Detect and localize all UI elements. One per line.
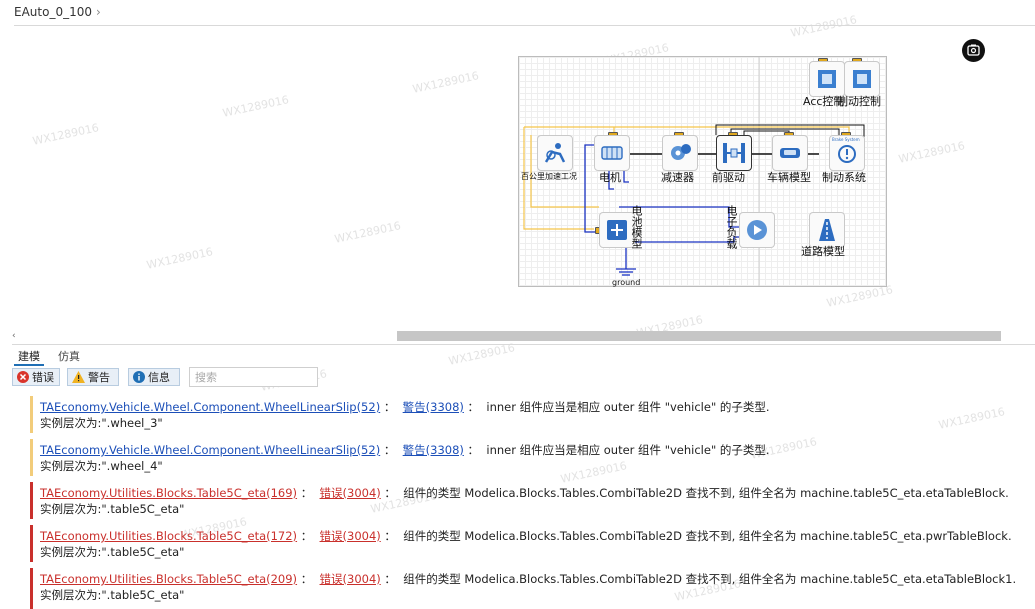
message-code-link[interactable]: 错误(3004) [320,572,381,586]
watermark: WX1289016 [411,69,481,96]
message-item: TAEconomy.Utilities.Blocks.Table5C_eta(2… [30,568,1020,609]
reducer-label: 减速器 [661,171,694,184]
drive-cycle-block[interactable] [537,135,573,171]
brake-control-label: 制动控制 [837,95,881,108]
filter-warning-button[interactable]: 警告 [67,368,119,386]
message-text: inner 组件应当是相应 outer 组件 "vehicle" 的子类型. [486,443,770,457]
message-instance: 实例层次为:".table5C_eta" [40,545,185,559]
road-label: 道路模型 [801,245,845,258]
message-item: TAEconomy.Utilities.Blocks.Table5C_eta(1… [30,482,1020,519]
image-icon [967,44,980,56]
severity-bar [30,396,33,433]
brake-warning-icon [838,145,856,163]
filter-error-button[interactable]: 错误 [12,368,60,386]
message-text: 组件的类型 Modelica.Blocks.Tables.CombiTable2… [403,486,1009,500]
info-icon [133,371,145,383]
message-text: inner 组件应当是相应 outer 组件 "vehicle" 的子类型. [486,400,770,414]
message-text: 组件的类型 Modelica.Blocks.Tables.CombiTable2… [403,572,1017,586]
watermark: WX1289016 [825,283,895,310]
warning-icon [72,371,85,383]
divider [14,25,1035,26]
severity-bar [30,482,33,519]
watermark: WX1289016 [789,13,859,40]
acc-control-block[interactable] [809,61,845,97]
tab-simulation[interactable]: 仿真 [58,348,80,364]
watermark: WX1289016 [333,219,403,246]
filter-warning-label: 警告 [88,371,110,384]
breadcrumb-model[interactable]: EAuto_0_100 [14,5,92,19]
front-drive-block[interactable] [716,135,752,171]
message-source-link[interactable]: TAEconomy.Vehicle.Wheel.Component.WheelL… [40,443,380,457]
panel-divider [12,344,1035,345]
active-tab-indicator [14,364,44,366]
message-source-link[interactable]: TAEconomy.Utilities.Blocks.Table5C_eta(1… [40,486,297,500]
screenshot-button[interactable] [962,39,985,62]
message-code-link[interactable]: 警告(3308) [403,443,464,457]
gear-icon [671,144,691,160]
front-drive-label: 前驱动 [712,171,745,184]
severity-bar [30,439,33,476]
watermark: WX1289016 [221,93,291,120]
brake-system-label: 制动系统 [822,171,866,184]
scroll-left-arrow[interactable]: ‹ [12,331,16,341]
watermark: WX1289016 [897,139,967,166]
motor-block[interactable] [594,135,630,171]
motor-label: 电机 [599,171,621,184]
message-code-link[interactable]: 错误(3004) [320,486,381,500]
error-icon [17,371,29,383]
watermark: WX1289016 [31,121,101,148]
severity-bar [30,568,33,609]
severity-bar [30,525,33,562]
diagram-canvas[interactable]: Acc控制 制动控制 百公里加速工况 电机 减速器 前驱动 车辆模型 Brake… [518,56,887,287]
message-instance: 实例层次为:".wheel_4" [40,459,163,473]
breadcrumb: EAuto_0_100 › [14,5,101,19]
message-code-link[interactable]: 警告(3308) [403,400,464,414]
chip-icon [853,70,871,88]
driver-icon [544,143,566,163]
ground-label: ground [612,278,641,287]
battery-icon [607,220,627,240]
road-icon [819,219,835,241]
electronic-load-block[interactable] [739,212,775,248]
chevron-right-icon: › [95,5,101,19]
message-instance: 实例层次为:".wheel_3" [40,416,163,430]
message-instance: 实例层次为:".table5C_eta" [40,588,185,602]
battery-label: 电池模型 [630,205,643,249]
message-source-link[interactable]: TAEconomy.Utilities.Blocks.Table5C_eta(1… [40,529,297,543]
filter-info-button[interactable]: 信息 [128,368,180,386]
axle-icon [723,143,745,163]
motor-icon [601,146,623,160]
drive-cycle-label: 百公里加速工况 [521,172,577,181]
message-item: TAEconomy.Vehicle.Wheel.Component.WheelL… [30,396,1020,433]
reducer-block[interactable] [662,135,698,171]
chip-icon [818,70,836,88]
message-code-link[interactable]: 错误(3004) [320,529,381,543]
vehicle-block[interactable] [772,135,808,171]
message-instance: 实例层次为:".table5C_eta" [40,502,185,516]
horizontal-scrollbar-thumb[interactable] [397,331,1001,341]
filter-info-label: 信息 [148,371,170,384]
electronic-load-label: 电子负载 [725,205,738,249]
message-source-link[interactable]: TAEconomy.Utilities.Blocks.Table5C_eta(2… [40,572,297,586]
brake-system-block[interactable]: Brake System [829,135,865,171]
message-item: TAEconomy.Utilities.Blocks.Table5C_eta(1… [30,525,1020,562]
play-icon [747,220,767,240]
tab-model[interactable]: 建模 [18,348,40,364]
search-input[interactable] [189,367,318,387]
filter-error-label: 错误 [32,371,54,384]
watermark: WX1289016 [447,341,517,368]
message-item: TAEconomy.Vehicle.Wheel.Component.WheelL… [30,439,1020,476]
car-icon [780,148,800,158]
message-text: 组件的类型 Modelica.Blocks.Tables.CombiTable2… [403,529,1012,543]
brake-control-block[interactable] [844,61,880,97]
vehicle-label: 车辆模型 [767,171,811,184]
watermark: WX1289016 [145,245,215,272]
message-source-link[interactable]: TAEconomy.Vehicle.Wheel.Component.WheelL… [40,400,380,414]
